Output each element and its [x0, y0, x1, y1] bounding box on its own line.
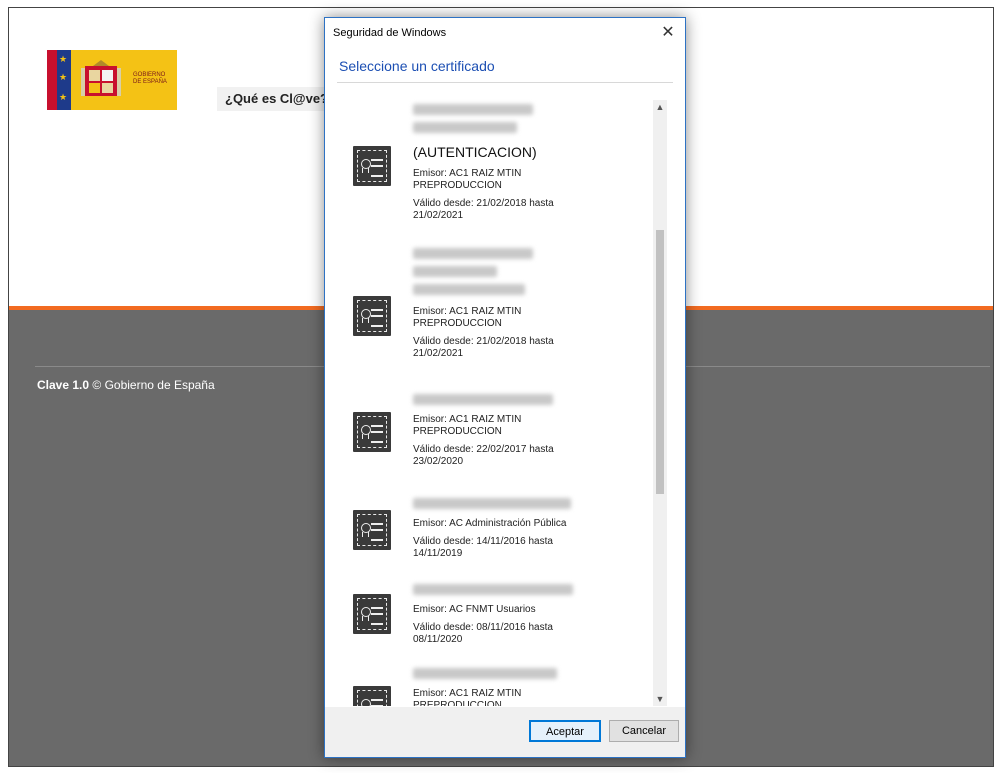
logo-red-stripe: [47, 50, 57, 110]
redacted-text: [413, 122, 517, 133]
certificate-validity: Válido desde: 14/11/2016 hasta 14/11/201…: [413, 536, 553, 559]
redacted-text: [413, 104, 533, 115]
certificate-icon: [353, 686, 391, 706]
certificate-validity: Válido desde: 21/02/2018 hasta 21/02/202…: [413, 336, 554, 359]
certificate-validity: Válido desde: 21/02/2018 hasta 21/02/202…: [413, 198, 554, 221]
dialog-separator: [337, 82, 673, 83]
certificate-icon: [353, 510, 391, 550]
accept-button[interactable]: Aceptar: [529, 720, 601, 742]
coat-of-arms-icon: [81, 60, 121, 96]
star-icon: ★: [59, 54, 68, 64]
certificate-dialog: Seguridad de Windows ✕ Seleccione un cer…: [324, 17, 686, 758]
certificate-issuer: Emisor: AC Administración Pública: [413, 518, 567, 529]
star-icon: ★: [59, 72, 68, 82]
certificate-list[interactable]: (AUTENTICACION) Emisor: AC1 RAIZ MTIN PR…: [337, 92, 671, 706]
footer-copy: © Gobierno de España: [92, 378, 215, 392]
certificate-name: (AUTENTICACION): [413, 144, 537, 160]
cancel-button[interactable]: Cancelar: [609, 720, 679, 742]
star-icon: ★: [59, 92, 68, 102]
certificate-icon: [353, 412, 391, 452]
certificate-icon: [353, 296, 391, 336]
logo-text: GOBIERNO DE ESPAÑA: [133, 72, 167, 85]
certificate-validity: Válido desde: 22/02/2017 hasta 23/02/202…: [413, 444, 554, 467]
dialog-heading: Seleccione un certificado: [339, 58, 495, 74]
certificate-icon: [353, 146, 391, 186]
redacted-text: [413, 584, 573, 595]
list-scrollbar[interactable]: ▲ ▼: [653, 100, 667, 706]
footer-brand: Clave 1.0: [37, 378, 90, 392]
certificate-issuer: Emisor: AC1 RAIZ MTIN PREPRODUCCION: [413, 414, 522, 437]
certificate-issuer: Emisor: AC1 RAIZ MTIN PREPRODUCCION: [413, 688, 522, 706]
dialog-window-title: Seguridad de Windows: [333, 27, 447, 39]
certificate-icon: [353, 594, 391, 634]
redacted-text: [413, 248, 533, 259]
redacted-text: [413, 498, 571, 509]
redacted-text: [413, 266, 497, 277]
what-is-clave-link[interactable]: ¿Qué es Cl@ve?: [217, 87, 337, 111]
scroll-thumb[interactable]: [656, 230, 664, 494]
redacted-text: [413, 284, 525, 295]
certificate-issuer: Emisor: AC1 RAIZ MTIN PREPRODUCCION: [413, 168, 522, 191]
redacted-text: [413, 668, 557, 679]
certificate-issuer: Emisor: AC FNMT Usuarios: [413, 604, 536, 615]
chevron-up-icon[interactable]: ▲: [653, 100, 667, 114]
chevron-down-icon[interactable]: ▼: [653, 692, 667, 706]
redacted-text: [413, 394, 553, 405]
certificate-issuer: Emisor: AC1 RAIZ MTIN PREPRODUCCION: [413, 306, 522, 329]
footer-copyright: Clave 1.0 © Gobierno de España: [37, 378, 215, 392]
gobierno-espana-logo: ★ ★ ★ GOBIERNO DE ESPAÑA: [47, 50, 177, 110]
certificate-validity: Válido desde: 08/11/2016 hasta 08/11/202…: [413, 622, 553, 645]
dialog-button-bar: Aceptar Cancelar: [325, 707, 685, 757]
close-icon[interactable]: ✕: [657, 22, 679, 44]
